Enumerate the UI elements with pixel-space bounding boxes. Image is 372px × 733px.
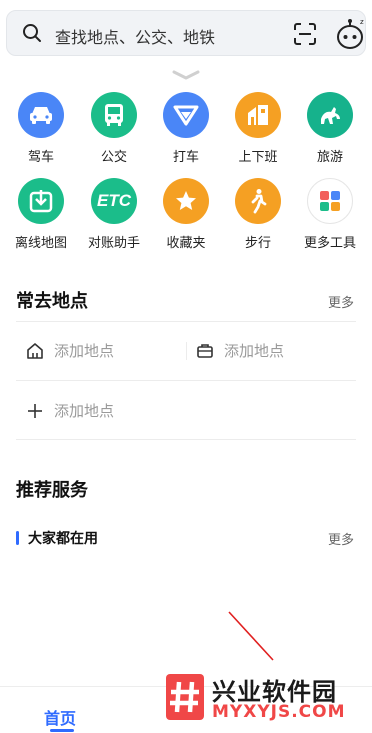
commute-icon — [235, 92, 281, 138]
travel-icon — [307, 92, 353, 138]
tool-favorites[interactable]: 收藏夹 — [149, 178, 223, 251]
tool-label: 更多工具 — [303, 236, 356, 251]
add-place-label: 添加地点 — [54, 402, 115, 420]
watermark-url: MYXYJS.COM — [212, 702, 346, 722]
search-icon — [23, 24, 41, 42]
taxi-icon — [163, 92, 209, 138]
divider — [16, 321, 356, 322]
assistant-avatar-icon[interactable]: z — [336, 17, 366, 51]
more-tools-icon — [307, 178, 353, 224]
star-icon — [163, 178, 209, 224]
add-place-row[interactable]: 添加地点 — [26, 400, 114, 421]
add-work-place[interactable]: 添加地点 — [196, 340, 284, 361]
tool-label: 对账助手 — [87, 236, 140, 251]
home-icon — [27, 342, 43, 359]
tab-home[interactable]: 首页 — [44, 705, 76, 729]
tool-label: 上下班 — [238, 150, 278, 165]
tab-home-indicator — [50, 729, 74, 732]
watermark: 兴业软件园 MYXYJS.COM — [166, 672, 366, 724]
bus-icon — [91, 92, 137, 138]
plus-icon — [28, 403, 42, 418]
recommend-title: 推荐服务 — [16, 480, 88, 501]
divider — [186, 342, 187, 360]
search-bar[interactable]: 查找地点、公交、地铁 z — [6, 10, 366, 56]
tool-offline-map[interactable]: 离线地图 — [4, 178, 78, 251]
svg-text:z: z — [360, 18, 364, 26]
annotation-arrow-icon — [228, 611, 274, 661]
tool-label: 打车 — [172, 150, 199, 165]
walk-icon — [235, 178, 281, 224]
tool-label: 收藏夹 — [166, 236, 206, 251]
tool-walk[interactable]: 步行 — [221, 178, 295, 251]
divider — [16, 439, 356, 440]
briefcase-icon — [197, 343, 213, 358]
tool-etc[interactable]: ETC 对账助手 — [77, 178, 151, 251]
add-home-label: 添加地点 — [54, 342, 115, 360]
search-placeholder: 查找地点、公交、地铁 — [55, 28, 216, 47]
tool-label: 旅游 — [316, 150, 343, 165]
divider — [16, 380, 356, 381]
tool-commute[interactable]: 上下班 — [221, 92, 295, 165]
etc-icon: ETC — [91, 178, 137, 224]
tool-bus[interactable]: 公交 — [77, 92, 151, 165]
tool-label: 离线地图 — [14, 236, 67, 251]
pull-handle-icon[interactable] — [172, 70, 200, 80]
car-icon — [18, 92, 64, 138]
download-icon — [18, 178, 64, 224]
tool-label: 步行 — [244, 236, 271, 251]
recommend-more-link[interactable]: 更多 — [328, 529, 354, 548]
tool-travel[interactable]: 旅游 — [293, 92, 367, 165]
tool-drive[interactable]: 驾车 — [4, 92, 78, 165]
tool-taxi[interactable]: 打车 — [149, 92, 223, 165]
tool-label: 公交 — [100, 150, 127, 165]
tool-more[interactable]: 更多工具 — [293, 178, 367, 251]
add-work-label: 添加地点 — [224, 342, 285, 360]
watermark-logo-icon — [166, 674, 204, 720]
frequent-more-link[interactable]: 更多 — [328, 292, 354, 311]
tool-label: 驾车 — [27, 150, 54, 165]
recommend-subtitle: 大家都在用 — [16, 528, 98, 548]
scan-icon[interactable] — [294, 23, 316, 45]
frequent-places-title: 常去地点 — [16, 291, 88, 312]
add-home-place[interactable]: 添加地点 — [26, 340, 114, 361]
